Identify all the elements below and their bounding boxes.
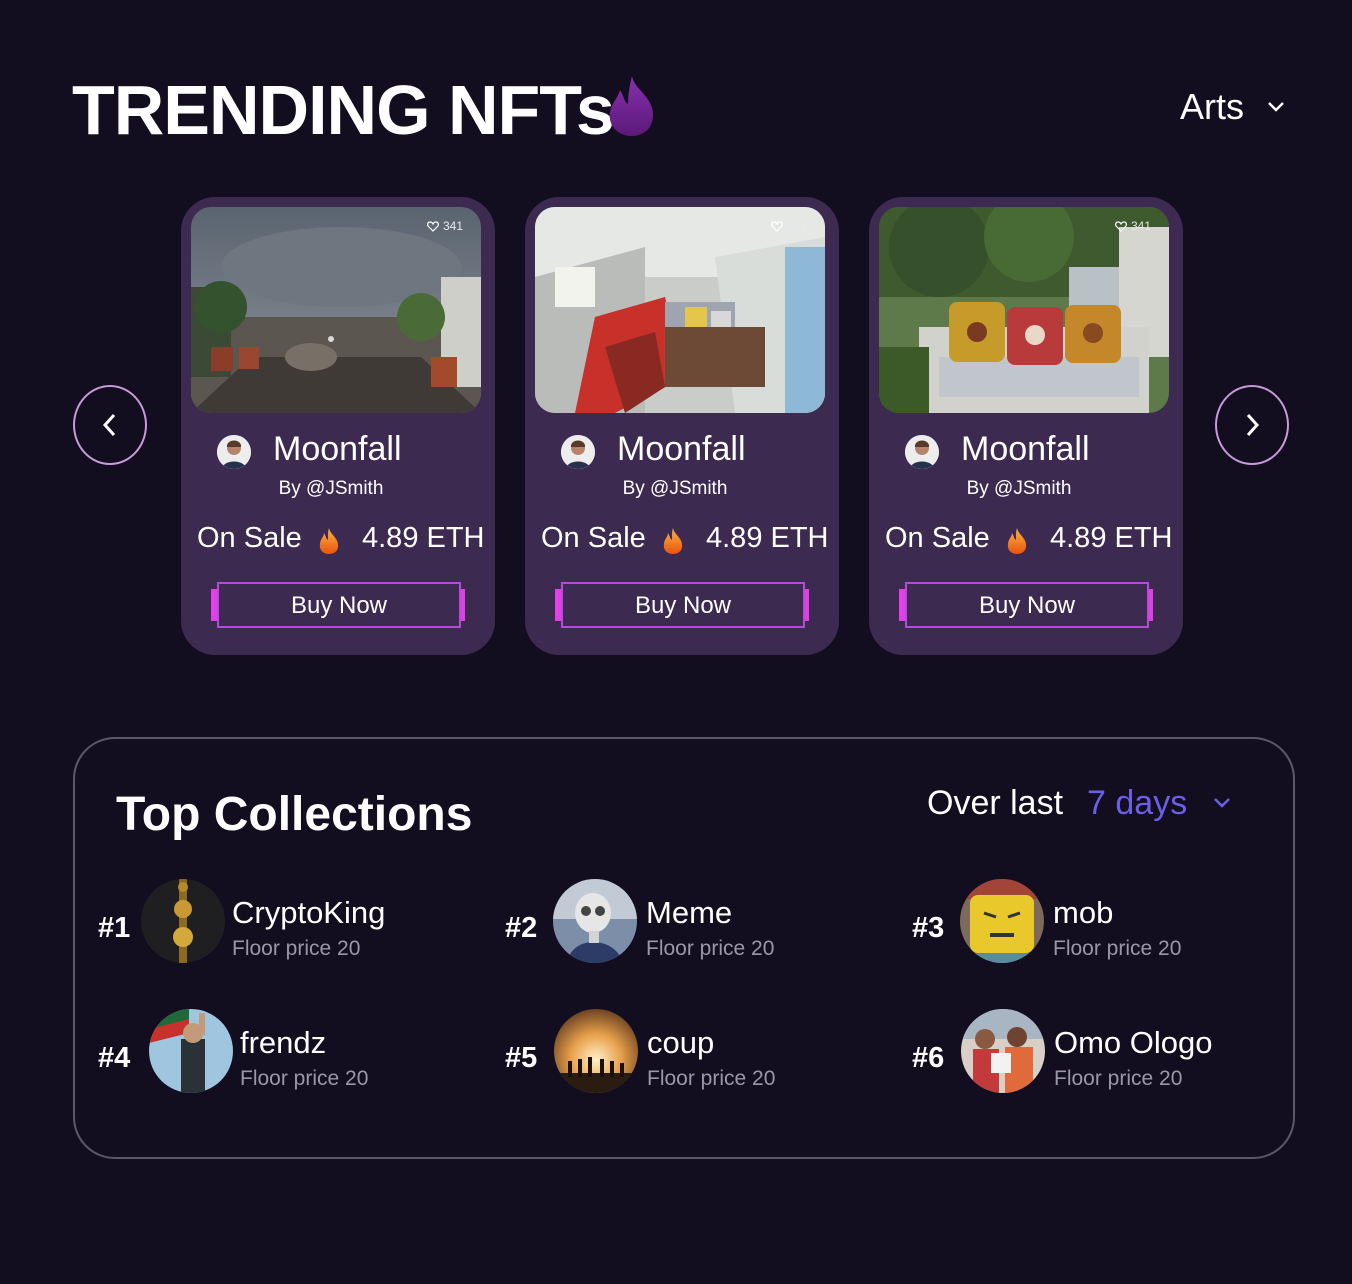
- fire-icon: [1007, 528, 1027, 554]
- collection-rank: #2: [505, 912, 538, 944]
- buy-now-button[interactable]: Buy Now: [217, 582, 461, 628]
- creator-avatar[interactable]: [905, 435, 939, 469]
- nft-card[interactable]: 341 Moonfall By @JSmith On Sale 4.89 ETH…: [869, 197, 1183, 655]
- creator-avatar[interactable]: [217, 435, 251, 469]
- nft-name: Moonfall: [273, 430, 402, 468]
- collection-name: frendz: [240, 1025, 327, 1060]
- fire-icon: [609, 76, 654, 136]
- likes-badge: 341: [1115, 219, 1151, 233]
- collection-floor-price: Floor price 20: [647, 1067, 776, 1090]
- top-collections-panel: Top Collections Over last 7 days #1 Cryp…: [73, 737, 1295, 1159]
- chevron-right-icon: [1246, 413, 1260, 437]
- fire-icon: [663, 528, 683, 554]
- collection-floor-price: Floor price 20: [232, 937, 361, 960]
- collection-floor-price: Floor price 20: [1054, 1067, 1183, 1090]
- collection-floor-price: Floor price 20: [240, 1067, 369, 1090]
- chevron-down-icon: [1268, 102, 1284, 112]
- collection-name: Meme: [646, 895, 733, 930]
- nft-image-interior[interactable]: 341: [535, 207, 825, 413]
- collection-avatar: [554, 1009, 638, 1093]
- collection-name: coup: [647, 1025, 715, 1060]
- collection-item[interactable]: #4 frendz Floor price 20: [98, 1009, 478, 1099]
- collection-item[interactable]: #5 coup Floor price 20: [505, 1009, 885, 1099]
- collection-name: mob: [1053, 895, 1114, 930]
- collection-item[interactable]: #6 Omo Ologo Floor price 20: [912, 1009, 1272, 1099]
- period-dropdown[interactable]: Over last 7 days: [927, 783, 1231, 823]
- heart-icon: [427, 220, 439, 232]
- collection-item[interactable]: #3 mob Floor price 20: [912, 879, 1272, 969]
- creator-avatar[interactable]: [561, 435, 595, 469]
- chevron-left-icon: [102, 413, 116, 437]
- buy-now-button[interactable]: Buy Now: [905, 582, 1149, 628]
- likes-count: 341: [442, 219, 463, 233]
- nft-image-rooftop[interactable]: 341: [191, 207, 481, 413]
- collection-name: CryptoKing: [232, 895, 386, 930]
- sale-status: On Sale: [541, 522, 646, 554]
- nft-author[interactable]: By @JSmith: [525, 478, 825, 500]
- period-label: Over last: [927, 784, 1064, 822]
- collection-rank: #5: [505, 1042, 538, 1074]
- likes-count: 341: [786, 219, 807, 233]
- nft-card[interactable]: 341 Moonfall By @JSmith On Sale 4.89 ETH…: [525, 197, 839, 655]
- heart-icon: [1115, 220, 1127, 232]
- collection-item[interactable]: #2 Meme Floor price 20: [505, 879, 885, 969]
- buy-now-button[interactable]: Buy Now: [561, 582, 805, 628]
- likes-count: 341: [1130, 219, 1151, 233]
- likes-badge: 341: [771, 219, 807, 233]
- carousel-prev-button[interactable]: [73, 385, 147, 465]
- collection-avatar: [141, 879, 225, 963]
- nft-name: Moonfall: [617, 430, 746, 468]
- nft-author[interactable]: By @JSmith: [181, 478, 481, 500]
- page-title: TRENDING NFTs: [72, 71, 615, 149]
- nft-price: 4.89 ETH: [1050, 522, 1173, 554]
- sale-status: On Sale: [197, 522, 302, 554]
- collection-avatar: [961, 1009, 1045, 1093]
- category-label: Arts: [1180, 86, 1245, 127]
- collection-item[interactable]: #1 CryptoKing Floor price 20: [98, 879, 478, 969]
- collection-avatar: [960, 879, 1044, 963]
- heart-icon: [771, 220, 783, 232]
- nft-price: 4.89 ETH: [706, 522, 829, 554]
- collection-rank: #4: [98, 1042, 131, 1074]
- collection-floor-price: Floor price 20: [1053, 937, 1182, 960]
- period-value: 7 days: [1087, 784, 1188, 822]
- category-dropdown[interactable]: Arts: [1180, 86, 1286, 128]
- collection-rank: #3: [912, 912, 945, 944]
- nft-image-balcony[interactable]: 341: [879, 207, 1169, 413]
- fire-icon: [319, 528, 339, 554]
- nft-card[interactable]: 341 Moonfall By @JSmith On Sale 4.89 ETH…: [181, 197, 495, 655]
- collection-rank: #1: [98, 912, 131, 944]
- collection-avatar: [553, 879, 637, 963]
- chevron-down-icon: [1214, 798, 1231, 808]
- sale-status: On Sale: [885, 522, 990, 554]
- collection-avatar: [149, 1009, 233, 1093]
- collection-name: Omo Ologo: [1054, 1025, 1213, 1060]
- carousel-next-button[interactable]: [1215, 385, 1289, 465]
- nft-name: Moonfall: [961, 430, 1090, 468]
- nft-price: 4.89 ETH: [362, 522, 485, 554]
- collection-floor-price: Floor price 20: [646, 937, 775, 960]
- collection-rank: #6: [912, 1042, 945, 1074]
- nft-author[interactable]: By @JSmith: [869, 478, 1169, 500]
- section-title: Top Collections: [116, 788, 473, 841]
- likes-badge: 341: [427, 219, 463, 233]
